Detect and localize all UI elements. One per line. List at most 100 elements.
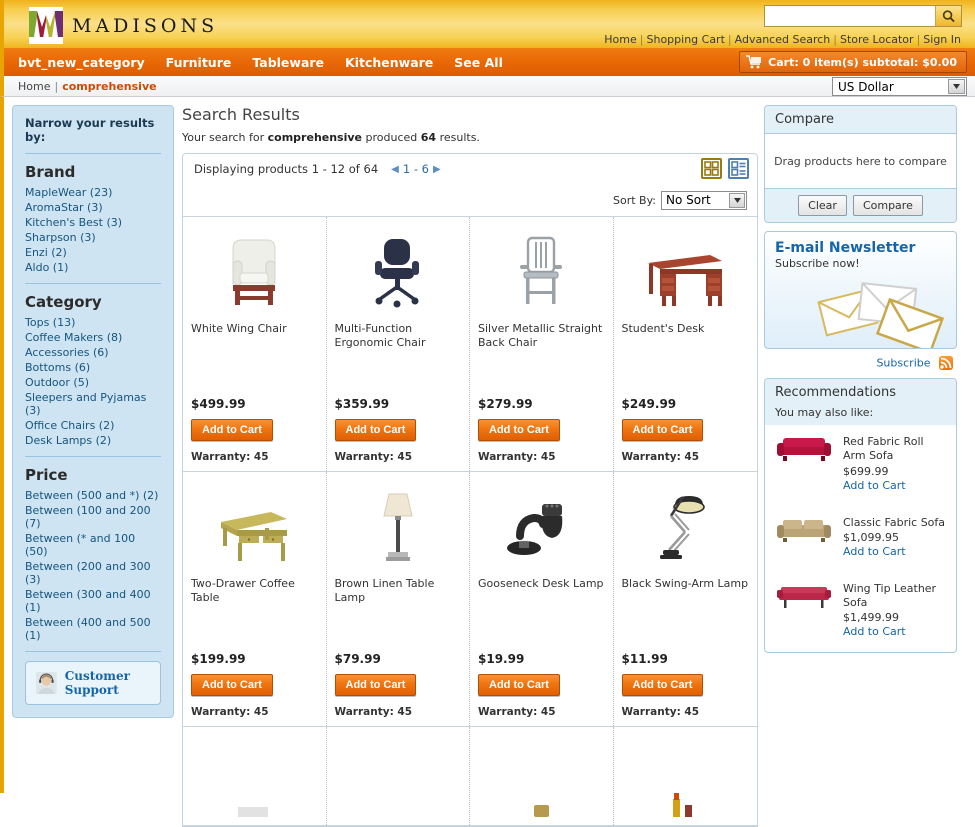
breadcrumb-home[interactable]: Home <box>18 80 50 93</box>
product-name[interactable]: Brown Linen Table Lamp <box>335 577 462 605</box>
nav-item-bvt-new-category[interactable]: bvt_new_category <box>18 55 145 70</box>
list-item[interactable]: Enzi (2) <box>25 246 161 259</box>
facet-link[interactable]: Between (* and 100 (50) <box>25 532 135 558</box>
red-sofa-image[interactable] <box>773 435 835 465</box>
list-item[interactable]: Between (300 and 400 (1) <box>25 588 161 614</box>
add-to-cart-button[interactable]: Add to Cart <box>478 419 560 441</box>
nav-item-kitchenware[interactable]: Kitchenware <box>345 55 433 70</box>
list-item[interactable]: Coffee Makers (8) <box>25 331 161 344</box>
list-item[interactable]: Outdoor (5) <box>25 376 161 389</box>
add-to-cart-button[interactable]: Add to Cart <box>191 419 273 441</box>
list-item[interactable]: Tops (13) <box>25 316 161 329</box>
facet-link[interactable]: Between (500 and *) (2) <box>25 489 158 502</box>
top-link-store-locator[interactable]: Store Locator <box>840 33 914 46</box>
nav-item-tableware[interactable]: Tableware <box>252 55 324 70</box>
list-item[interactable]: Between (200 and 300 (3) <box>25 560 161 586</box>
product-name[interactable]: Black Swing-Arm Lamp <box>622 577 749 605</box>
facet-link[interactable]: Between (300 and 400 (1) <box>25 588 151 614</box>
compare-button[interactable]: Compare <box>852 195 923 216</box>
list-item[interactable]: MapleWear (23) <box>25 186 161 199</box>
recommendation-name[interactable]: Wing Tip Leather Sofa <box>843 582 948 611</box>
list-item[interactable]: Kitchen's Best (3) <box>25 216 161 229</box>
product-card[interactable]: Black Swing-Arm Lamp $11.99 Add to Cart … <box>614 472 757 726</box>
list-item[interactable]: AromaStar (3) <box>25 201 161 214</box>
facet-link[interactable]: Aldo (1) <box>25 261 68 274</box>
product-image[interactable] <box>622 739 749 817</box>
cart-button[interactable]: Cart: 0 item(s) subtotal: $0.00 <box>739 51 967 73</box>
search-button[interactable] <box>935 6 961 26</box>
search-box[interactable] <box>764 5 962 27</box>
list-view-icon[interactable] <box>728 158 749 179</box>
facet-link[interactable]: Accessories (6) <box>25 346 109 359</box>
prev-page-icon[interactable]: ◀ <box>391 164 399 175</box>
list-item[interactable]: Sleepers and Pyjamas (3) <box>25 391 161 417</box>
product-name[interactable]: Multi-Function Ergonomic Chair <box>335 322 462 350</box>
product-name[interactable]: White Wing Chair <box>191 322 318 350</box>
product-card[interactable] <box>614 727 757 825</box>
white-wing-chair-image[interactable] <box>191 231 318 309</box>
list-item[interactable]: Accessories (6) <box>25 346 161 359</box>
coffee-table-image[interactable] <box>191 486 318 564</box>
facet-link[interactable]: Coffee Makers (8) <box>25 331 122 344</box>
list-item[interactable]: Classic Fabric Sofa $1,099.95 Add to Car… <box>765 506 956 572</box>
top-link-sign-in[interactable]: Sign In <box>923 33 961 46</box>
product-card[interactable]: Silver Metallic Straight Back Chair $279… <box>470 217 614 471</box>
product-name[interactable]: Two-Drawer Coffee Table <box>191 577 318 605</box>
metallic-chair-image[interactable] <box>478 231 605 309</box>
logo[interactable]: MADISONS <box>29 7 218 44</box>
add-to-cart-button[interactable]: Add to Cart <box>478 674 560 696</box>
customer-support-button[interactable]: Customer Support <box>25 661 161 705</box>
add-to-cart-button[interactable]: Add to Cart <box>334 419 417 441</box>
newsletter-panel[interactable]: E-mail Newsletter Subscribe now! <box>764 231 957 349</box>
grid-view-icon[interactable] <box>701 158 722 179</box>
top-link-home[interactable]: Home <box>604 33 636 46</box>
product-card[interactable] <box>470 727 614 825</box>
clear-button[interactable]: Clear <box>798 195 847 216</box>
sort-select[interactable]: No Sort <box>661 190 747 210</box>
search-input[interactable] <box>765 6 935 26</box>
facet-link[interactable]: Outdoor (5) <box>25 376 89 389</box>
facet-link[interactable]: Between (400 and 500 (1) <box>25 616 151 642</box>
add-to-cart-link[interactable]: Add to Cart <box>843 545 906 558</box>
facet-link[interactable]: Office Chairs (2) <box>25 419 114 432</box>
add-to-cart-button[interactable]: Add to Cart <box>621 674 704 696</box>
list-item[interactable]: Between (500 and *) (2) <box>25 489 161 502</box>
ergonomic-chair-image[interactable] <box>335 231 462 309</box>
list-item[interactable]: Desk Lamps (2) <box>25 434 161 447</box>
product-card[interactable]: Multi-Function Ergonomic Chair $359.99 A… <box>327 217 470 471</box>
nav-item-furniture[interactable]: Furniture <box>166 55 232 70</box>
facet-link[interactable]: Sleepers and Pyjamas (3) <box>25 391 146 417</box>
currency-select[interactable]: US Dollar <box>832 77 967 96</box>
product-name[interactable]: Silver Metallic Straight Back Chair <box>478 322 605 350</box>
swing-arm-lamp-image[interactable] <box>622 486 749 564</box>
list-item[interactable]: Between (400 and 500 (1) <box>25 616 161 642</box>
facet-link[interactable]: AromaStar (3) <box>25 201 103 214</box>
facet-link[interactable]: Between (100 and 200 (7) <box>25 504 151 530</box>
facet-link[interactable]: Bottoms (6) <box>25 361 90 374</box>
product-card[interactable]: Gooseneck Desk Lamp $19.99 Add to Cart W… <box>470 472 614 726</box>
product-name[interactable]: Gooseneck Desk Lamp <box>478 577 605 605</box>
product-card[interactable]: Student's Desk $249.99 Add to Cart Warra… <box>614 217 757 471</box>
list-item[interactable]: Red Fabric Roll Arm Sofa $699.99 Add to … <box>765 425 956 506</box>
list-item[interactable]: Aldo (1) <box>25 261 161 274</box>
product-card[interactable] <box>183 727 327 825</box>
nav-item-see-all[interactable]: See All <box>454 55 503 70</box>
crimson-sofa-image[interactable] <box>773 582 835 612</box>
product-card[interactable] <box>327 727 470 825</box>
list-item[interactable]: Between (* and 100 (50) <box>25 532 161 558</box>
compare-dropzone[interactable]: Drag products here to compare <box>765 133 956 189</box>
gooseneck-lamp-image[interactable] <box>478 486 605 564</box>
product-card[interactable]: White Wing Chair $499.99 Add to Cart War… <box>183 217 327 471</box>
facet-link[interactable]: MapleWear (23) <box>25 186 112 199</box>
list-item[interactable]: Wing Tip Leather Sofa $1,499.99 Add to C… <box>765 572 956 653</box>
top-link-advanced-search[interactable]: Advanced Search <box>735 33 831 46</box>
product-card[interactable]: Two-Drawer Coffee Table $199.99 Add to C… <box>183 472 327 726</box>
add-to-cart-link[interactable]: Add to Cart <box>843 625 906 638</box>
recommendation-name[interactable]: Red Fabric Roll Arm Sofa <box>843 435 948 464</box>
list-item[interactable]: Between (100 and 200 (7) <box>25 504 161 530</box>
next-page-icon[interactable]: ▶ <box>433 164 441 175</box>
list-item[interactable]: Sharpson (3) <box>25 231 161 244</box>
list-item[interactable]: Bottoms (6) <box>25 361 161 374</box>
facet-link[interactable]: Sharpson (3) <box>25 231 96 244</box>
facet-link[interactable]: Enzi (2) <box>25 246 67 259</box>
